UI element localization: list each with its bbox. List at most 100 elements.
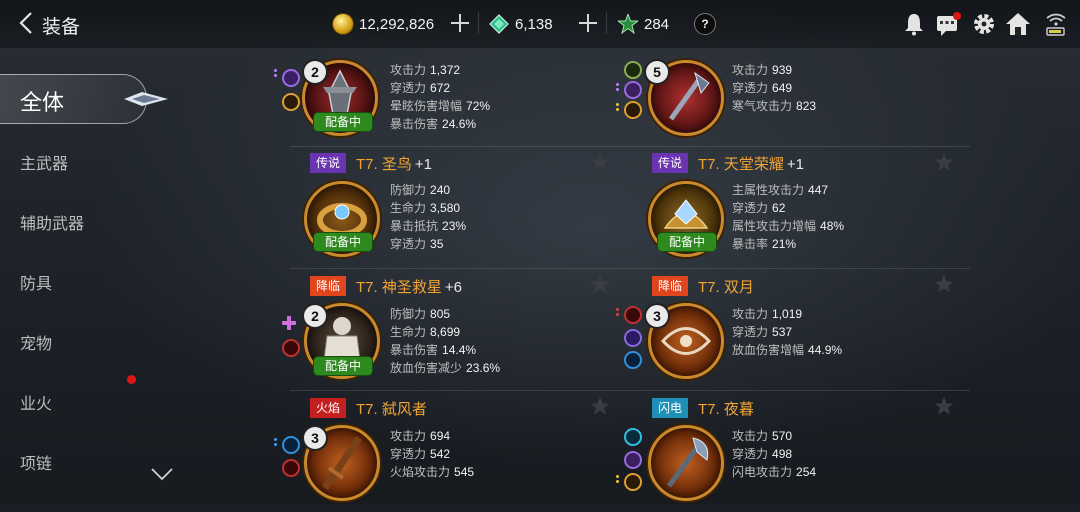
- rune-slot-icon: [624, 306, 642, 324]
- rune-slot-icon: [282, 436, 300, 454]
- favorite-star-icon[interactable]: [934, 152, 954, 172]
- rune-slot-icon: [624, 101, 642, 119]
- selected-arrow-icon: [124, 92, 168, 106]
- stat-row: 闪电攻击力 254: [732, 465, 817, 479]
- stat-list: 攻击力 694 穿透力 542 火焰攻击力 545: [390, 427, 474, 481]
- stat-row: 防御力 240: [390, 183, 451, 197]
- back-arrow-icon[interactable]: [14, 10, 40, 36]
- equipment-card[interactable]: 传说 T7. 天堂荣耀 +1 配备中 主属性攻击力 447 穿透力 62 属性攻击力增…: [612, 146, 954, 268]
- favorite-star-icon[interactable]: [590, 152, 610, 172]
- item-name: T7. 夜暮: [698, 401, 754, 418]
- sidebar-item-main-weapon[interactable]: 主武器: [20, 150, 68, 174]
- axe-image: [666, 437, 709, 488]
- equipment-card[interactable]: 闪电 T7. 夜暮 攻击力 570 穿透力 498 闪电攻击力 254: [612, 390, 954, 512]
- stat-list: 主属性攻击力 447 穿透力 62 属性攻击力增幅 48% 暴击率 21%: [732, 181, 844, 253]
- rune-slot-icon: [624, 451, 642, 469]
- equipment-card[interactable]: 传说 T7. 圣鸟 +1 配备中 防御力 240 生命力 3,580 暴击抵抗 23% …: [270, 146, 610, 268]
- stat-row: 火焰攻击力 545: [390, 465, 475, 479]
- rune-slot-icon: [624, 351, 642, 369]
- enhance-level-badge: 3: [304, 427, 326, 449]
- lightning-rune-icon: [624, 428, 642, 446]
- rune-dots: [616, 308, 619, 318]
- rune-dots: [616, 83, 619, 93]
- stat-row: 属性攻击力增幅 48%: [732, 219, 845, 233]
- stat-row: 生命力 8,699: [390, 325, 461, 339]
- sidebar-item-all[interactable]: 全体: [0, 74, 168, 124]
- stat-row: 主属性攻击力 447: [732, 183, 829, 197]
- enhance-level-badge: 2: [304, 61, 326, 83]
- favorite-star-icon[interactable]: [590, 274, 610, 294]
- equipment-card[interactable]: 降临 T7. 双月 3 攻击力 1,019 穿透力 537 放血伤害增幅 44.9%: [612, 268, 954, 390]
- sidebar-item-pet[interactable]: 宠物: [20, 330, 52, 354]
- rune-slot-icon: [282, 459, 300, 477]
- stat-row: 穿透力 649: [732, 81, 793, 95]
- stat-list: 攻击力 1,372 穿透力 672 晕眩伤害增幅 72% 暴击伤害 24.6%: [390, 61, 490, 133]
- rune-dots: [616, 103, 619, 113]
- stat-row: 放血伤害增幅 44.9%: [732, 343, 843, 357]
- favorite-star-icon[interactable]: [934, 396, 954, 416]
- stat-list: 防御力 240 生命力 3,580 暴击抵抗 23% 穿透力 35: [390, 181, 466, 253]
- stat-row: 穿透力 537: [732, 325, 793, 339]
- element-tag: 火焰: [310, 398, 347, 418]
- item-portrait[interactable]: [648, 425, 724, 501]
- stat-list: 防御力 805 生命力 8,699 暴击伤害 14.4% 放血伤害减少 23.6%: [390, 305, 500, 377]
- enhance-level-badge: 2: [304, 305, 326, 327]
- stat-row: 穿透力 35: [390, 237, 444, 251]
- rune-dots: [274, 438, 277, 448]
- rune-slot-icon: [282, 93, 300, 111]
- stat-row: 放血伤害减少 23.6%: [390, 361, 501, 375]
- wifi-battery-icon: [1046, 13, 1066, 36]
- stat-row: 暴击伤害 24.6%: [390, 117, 477, 131]
- rune-slot-icon: [624, 473, 642, 491]
- enhance-level-badge: 5: [646, 61, 668, 83]
- enhance-level-badge: 3: [646, 305, 668, 327]
- stat-row: 暴击抵抗 23%: [390, 219, 467, 233]
- stat-row: 生命力 3,580: [390, 201, 461, 215]
- element-tag: 闪电: [652, 398, 689, 418]
- category-sidebar: 全体 主武器 辅助武器 防具 宠物 业火 项链: [0, 48, 200, 504]
- stat-row: 穿透力 542: [390, 447, 451, 461]
- rune-slot-icon: [282, 339, 300, 357]
- stat-row: 暴击率 21%: [732, 237, 797, 251]
- sidebar-item-karma-fire[interactable]: 业火: [20, 390, 52, 414]
- page-title: 装备: [42, 17, 81, 38]
- chevron-down-icon[interactable]: [150, 466, 174, 482]
- stat-row: 攻击力 570: [732, 429, 793, 443]
- grade-tag: 传说: [310, 153, 347, 173]
- equipped-badge: 配备中: [658, 233, 716, 251]
- equipment-card[interactable]: 火焰 T7. 弑风者 3 攻击力 694 穿透力 542 火焰攻击力 545: [270, 390, 610, 512]
- stat-list: 攻击力 570 穿透力 498 闪电攻击力 254: [732, 427, 816, 481]
- notification-dot: [127, 375, 136, 384]
- stat-row: 穿透力 672: [390, 81, 451, 95]
- settings-gear-icon[interactable]: [970, 10, 998, 38]
- equipment-card[interactable]: 5 攻击力 939 穿透力 649 寒气攻击力 823: [612, 24, 952, 146]
- stat-row: 寒气攻击力 823: [732, 99, 817, 113]
- equipment-list: 2 配备中 攻击力 1,372 穿透力 672 晕眩伤害增幅 72% 暴击伤害 24.6…: [270, 48, 970, 504]
- sidebar-item-sub-weapon[interactable]: 辅助武器: [20, 210, 84, 234]
- stat-row: 穿透力 498: [732, 447, 793, 461]
- equipment-card[interactable]: 降临 T7. 神圣救星 +6 2 配备中 防御力 805 生命力 8,699 暴击伤害…: [270, 268, 610, 390]
- sidebar-item-necklace[interactable]: 项链: [20, 450, 52, 474]
- rune-dots: [274, 69, 277, 79]
- sidebar-item-armor[interactable]: 防具: [20, 270, 52, 294]
- rune-slot-icon: [624, 329, 642, 347]
- sidebar-item-label: 全体: [20, 90, 65, 115]
- stat-row: 攻击力 939: [732, 63, 793, 77]
- grade-tag: 降临: [652, 276, 689, 296]
- holy-cross-icon: [282, 316, 296, 330]
- favorite-star-icon[interactable]: [934, 274, 954, 294]
- favorite-star-icon[interactable]: [590, 396, 610, 416]
- rune-slot-icon: [624, 81, 642, 99]
- stat-row: 晕眩伤害增幅 72%: [390, 99, 491, 113]
- grade-tag: 降临: [310, 276, 347, 296]
- rune-slot-icon: [624, 61, 642, 79]
- item-name: T7. 神圣救星 +6: [356, 279, 462, 296]
- equipped-badge: 配备中: [314, 233, 372, 251]
- item-name: T7. 天堂荣耀 +1: [698, 156, 804, 173]
- grade-tag: 传说: [652, 153, 689, 173]
- equipped-badge: 配备中: [314, 113, 372, 131]
- stat-list: 攻击力 939 穿透力 649 寒气攻击力 823: [732, 61, 816, 115]
- home-icon[interactable]: [1004, 10, 1032, 38]
- equipment-card[interactable]: 2 配备中 攻击力 1,372 穿透力 672 晕眩伤害增幅 72% 暴击伤害 24.6…: [270, 24, 610, 146]
- stat-row: 攻击力 1,019: [732, 307, 803, 321]
